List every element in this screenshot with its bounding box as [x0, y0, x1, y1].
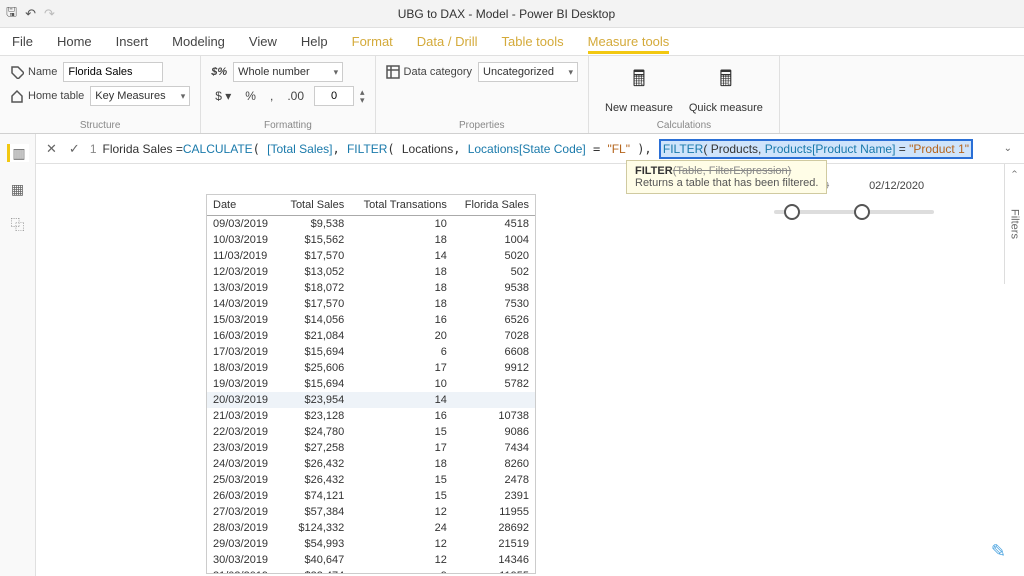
- table-row[interactable]: 16/03/2019$21,084207028: [207, 328, 535, 344]
- quick-measure-icon: 🖩: [719, 62, 732, 100]
- table-row[interactable]: 31/03/2019$33,474911955: [207, 568, 535, 574]
- ribbon-group-formatting: $% Whole number $ ▾ % , .00 ▴▾ Formattin…: [201, 56, 375, 133]
- tab-data-drill[interactable]: Data / Drill: [417, 30, 478, 53]
- table-row[interactable]: 17/03/2019$15,69466608: [207, 344, 535, 360]
- table-row[interactable]: 30/03/2019$40,6471214346: [207, 552, 535, 568]
- table-row[interactable]: 11/03/2019$17,570145020: [207, 248, 535, 264]
- data-view-icon[interactable]: ▦: [7, 180, 29, 198]
- group-label-properties: Properties: [386, 120, 578, 131]
- percent-button[interactable]: %: [241, 87, 260, 105]
- formula-input[interactable]: 1 Florida Sales = CALCULATE( [Total Sale…: [90, 139, 992, 159]
- category-icon: [386, 65, 400, 79]
- commit-formula-icon[interactable]: ✓: [67, 141, 82, 157]
- formula-expand-icon[interactable]: ⌄: [1000, 143, 1016, 154]
- save-icon[interactable]: 🖫: [6, 3, 17, 25]
- table-row[interactable]: 19/03/2019$15,694105782: [207, 376, 535, 392]
- group-label-structure: Structure: [10, 120, 190, 131]
- table-row[interactable]: 28/03/2019$124,3322428692: [207, 520, 535, 536]
- name-label: Name: [10, 65, 57, 79]
- group-label-formatting: Formatting: [211, 120, 364, 131]
- column-header[interactable]: Date: [207, 195, 279, 216]
- table-row[interactable]: 21/03/2019$23,1281610738: [207, 408, 535, 424]
- slicer-thumb-start[interactable]: [784, 204, 800, 220]
- tab-file[interactable]: File: [12, 30, 33, 53]
- tab-table-tools[interactable]: Table tools: [501, 30, 563, 53]
- data-category-label: Data category: [386, 65, 472, 79]
- table-row[interactable]: 27/03/2019$57,3841211955: [207, 504, 535, 520]
- column-header[interactable]: Florida Sales: [453, 195, 535, 216]
- filters-pane-collapsed[interactable]: ‹ Filters: [1004, 164, 1024, 284]
- home-table-label: Home table: [10, 89, 84, 103]
- home-table-select[interactable]: Key Measures: [90, 86, 190, 106]
- ribbon-group-calculations: 🖩 New measure 🖩 Quick measure Calculatio…: [589, 56, 780, 133]
- line-number: 1: [90, 142, 97, 156]
- filters-label: Filters: [1009, 209, 1021, 239]
- group-label-calculations: Calculations: [599, 120, 769, 131]
- table-visual[interactable]: ▿ ⤢ ⋯ DateTotal SalesTotal TransationsFl…: [206, 194, 536, 574]
- quick-measure-button[interactable]: 🖩 Quick measure: [683, 62, 769, 114]
- decimals-input[interactable]: [314, 86, 354, 106]
- view-rail: ▥ ▦ ⿻: [0, 134, 36, 576]
- table-row[interactable]: 22/03/2019$24,780159086: [207, 424, 535, 440]
- table-row[interactable]: 26/03/2019$74,121152391: [207, 488, 535, 504]
- table-row[interactable]: 24/03/2019$26,432188260: [207, 456, 535, 472]
- home-icon: [10, 89, 24, 103]
- ribbon: Name Home table Key Measures Structure $…: [0, 56, 1024, 134]
- redo-icon[interactable]: ↷: [44, 6, 55, 22]
- data-category-select[interactable]: Uncategorized: [478, 62, 578, 82]
- table-row[interactable]: 23/03/2019$27,258177434: [207, 440, 535, 456]
- decimals-icon[interactable]: .00: [283, 87, 308, 105]
- table-row[interactable]: 10/03/2019$15,562181004: [207, 232, 535, 248]
- table-row[interactable]: 25/03/2019$26,432152478: [207, 472, 535, 488]
- ribbon-tabs: File Home Insert Modeling View Help Form…: [0, 28, 1024, 56]
- cancel-formula-icon[interactable]: ✕: [44, 141, 59, 157]
- thousands-button[interactable]: ,: [266, 87, 277, 105]
- tab-measure-tools[interactable]: Measure tools: [588, 30, 670, 54]
- formula-bar: ✕ ✓ 1 Florida Sales = CALCULATE( [Total …: [36, 134, 1024, 164]
- tag-icon: [10, 65, 24, 79]
- column-header[interactable]: Total Sales: [279, 195, 350, 216]
- table-row[interactable]: 18/03/2019$25,606179912: [207, 360, 535, 376]
- undo-icon[interactable]: ↶: [25, 6, 36, 22]
- watermark-icon: ✎: [991, 541, 1006, 562]
- new-measure-button[interactable]: 🖩 New measure: [599, 62, 679, 114]
- currency-button[interactable]: $ ▾: [211, 87, 235, 105]
- model-view-icon[interactable]: ⿻: [7, 216, 29, 234]
- report-canvas[interactable]: ▿ ⤢ ⋯ DateTotal SalesTotal TransationsFl…: [36, 164, 1004, 576]
- chevron-left-icon[interactable]: ‹: [1009, 170, 1020, 173]
- table-row[interactable]: 15/03/2019$14,056166526: [207, 312, 535, 328]
- spin-down-icon[interactable]: ▾: [360, 96, 365, 104]
- tab-insert[interactable]: Insert: [116, 30, 149, 53]
- format-icon: $%: [211, 66, 227, 78]
- intellisense-tooltip: FILTER(Table, FilterExpression) Returns …: [626, 160, 827, 194]
- calculator-icon: 🖩: [632, 62, 645, 100]
- table-row[interactable]: 12/03/2019$13,05218502: [207, 264, 535, 280]
- slicer-thumb-end[interactable]: [854, 204, 870, 220]
- tab-format[interactable]: Format: [352, 30, 393, 53]
- tab-modeling[interactable]: Modeling: [172, 30, 225, 53]
- table-row[interactable]: 09/03/2019$9,538104518: [207, 216, 535, 233]
- table-row[interactable]: 14/03/2019$17,570187530: [207, 296, 535, 312]
- table-row[interactable]: 13/03/2019$18,072189538: [207, 280, 535, 296]
- slicer-end-date[interactable]: 02/12/2020: [869, 180, 924, 192]
- format-select[interactable]: Whole number: [233, 62, 343, 82]
- table-row[interactable]: 20/03/2019$23,95414: [207, 392, 535, 408]
- measure-name-input[interactable]: [63, 62, 163, 82]
- table-row[interactable]: 29/03/2019$54,9931221519: [207, 536, 535, 552]
- ribbon-group-properties: Data category Uncategorized Properties: [376, 56, 589, 133]
- window-title: UBG to DAX - Model - Power BI Desktop: [55, 7, 958, 21]
- data-table: DateTotal SalesTotal TransationsFlorida …: [207, 195, 535, 574]
- tab-view[interactable]: View: [249, 30, 277, 53]
- column-header[interactable]: Total Transations: [350, 195, 453, 216]
- ribbon-group-structure: Name Home table Key Measures Structure: [0, 56, 201, 133]
- tab-help[interactable]: Help: [301, 30, 328, 53]
- tab-home[interactable]: Home: [57, 30, 92, 53]
- title-bar: 🖫 ↶ ↷ UBG to DAX - Model - Power BI Desk…: [0, 0, 1024, 28]
- report-view-icon[interactable]: ▥: [7, 144, 29, 162]
